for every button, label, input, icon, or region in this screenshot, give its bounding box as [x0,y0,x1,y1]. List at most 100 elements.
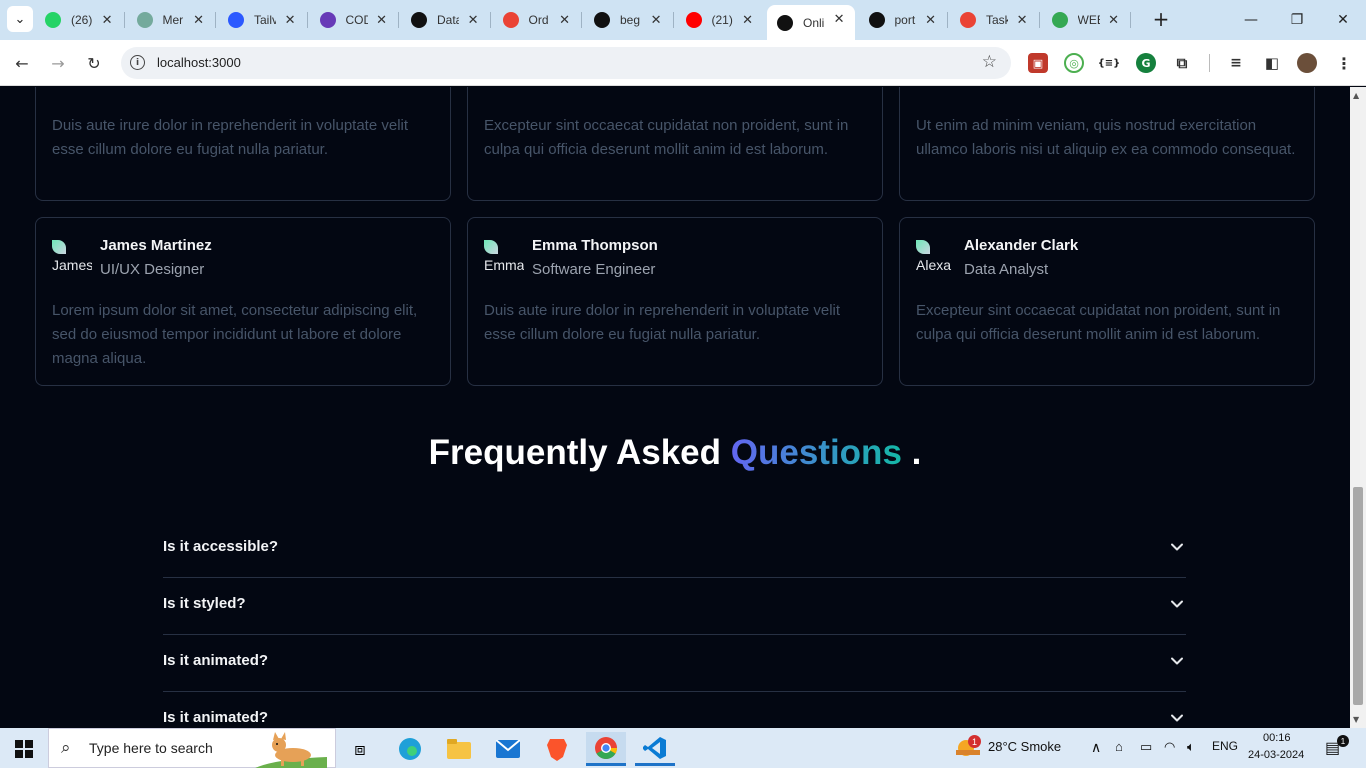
meet-now-icon[interactable]: ⌂ [1115,739,1123,754]
tab-close-icon[interactable]: ✕ [193,12,204,28]
tab-separator [398,12,399,28]
browser-toolbar: ← → ↻ i localhost:3000 ☆ ▣ ◎ {≡} G ⧉ ≡ ◧… [0,40,1366,86]
tab-close-icon[interactable]: ✕ [376,12,387,28]
task-view-icon[interactable]: ⧈ [340,732,380,766]
scrollbar-thumb[interactable] [1353,487,1363,705]
browser-tab[interactable]: Tailv ✕ [218,6,306,34]
input-language[interactable]: ENG [1212,739,1238,753]
browser-menu-icon[interactable]: ⋮ [1334,53,1354,73]
json-viewer-icon[interactable]: {≡} [1098,53,1120,73]
faq-item[interactable]: Is it styled? [163,578,1186,635]
forward-arrow-icon[interactable]: → [45,50,71,76]
browser-tab-strip: ⌄ (26)✕Mer✕Tailv✕COD✕Data✕Ord✕beg✕(21)✕O… [0,0,1366,40]
testimonial-card: Frontend DeveloperExcepteur sint occaeca… [467,87,883,201]
restore-icon[interactable]: ❐ [1274,6,1320,34]
tab-title: (21) [711,13,733,27]
extensions-puzzle-icon[interactable]: ⧉ [1172,53,1192,73]
windows-start-icon[interactable] [4,732,44,766]
faq-question[interactable]: Is it accessible? [163,538,278,555]
bookmark-star-icon[interactable]: ☆ [982,52,997,72]
extension-red-icon[interactable]: ▣ [1028,53,1048,73]
broken-image-icon [916,240,930,254]
tab-close-icon[interactable]: ✕ [468,12,479,28]
browser-tab[interactable]: port ✕ [859,6,947,34]
chevron-down-icon[interactable] [1170,654,1184,668]
brave-browser-icon[interactable] [537,732,577,766]
chevron-down-icon[interactable] [1170,711,1184,725]
clock-time[interactable]: 00:16 [1263,732,1291,744]
tab-search-chevron-icon[interactable]: ⌄ [7,6,33,32]
drive-icon [1051,12,1068,28]
browser-tab[interactable]: Ord ✕ [493,6,581,34]
site-info-icon[interactable]: i [130,55,145,70]
faq-question[interactable]: Is it animated? [163,709,268,726]
browser-tab[interactable]: Onli ✕ [767,5,855,40]
page-scrollbar[interactable]: ▲ ▼ [1350,87,1366,728]
tab-close-icon[interactable]: ✕ [742,12,753,28]
reload-icon[interactable]: ↻ [81,50,107,76]
address-bar[interactable]: i localhost:3000 ☆ [121,47,1011,79]
weather-badge: 1 [968,735,981,748]
triangle-icon [777,14,793,31]
tab-close-icon[interactable]: ✕ [1108,12,1119,28]
file-explorer-icon[interactable] [439,732,479,766]
url-text[interactable]: localhost:3000 [157,55,241,70]
scroll-down-arrow-icon[interactable]: ▼ [1353,715,1359,724]
back-arrow-icon[interactable]: ← [9,50,35,76]
volume-icon[interactable]: 🔈︎ [1187,739,1195,755]
search-placeholder[interactable]: Type here to search [89,740,213,756]
wifi-icon[interactable]: ◠ [1164,739,1175,755]
browser-tab[interactable]: Task ✕ [950,6,1038,34]
testimonial-name: Emma Thompson [532,237,658,254]
edge-browser-icon[interactable] [390,732,430,766]
tab-close-icon[interactable]: ✕ [651,12,662,28]
faq-item[interactable]: Is it accessible? [163,521,1186,578]
browser-tab[interactable]: WEE ✕ [1042,6,1130,34]
side-panel-icon[interactable]: ◧ [1262,53,1282,73]
extension-green-icon[interactable]: ◎ [1064,53,1084,73]
avatar: Alexa [916,240,956,280]
taskbar-search-box[interactable]: ⌕ Type here to search [48,728,336,768]
browser-tab[interactable]: COD ✕ [310,6,398,34]
faq-question[interactable]: Is it styled? [163,595,246,612]
weather-text[interactable]: 28°C Smoke [988,739,1061,754]
vscode-icon[interactable] [635,732,675,766]
youtube-icon [685,12,702,28]
profile-avatar[interactable] [1297,53,1317,73]
notification-badge: 1 [1337,735,1349,747]
tab-close-icon[interactable]: ✕ [1017,12,1028,28]
tab-title: beg [620,13,641,27]
chevron-down-icon[interactable] [1170,597,1184,611]
browser-tab[interactable]: (21) ✕ [676,6,764,34]
chrome-browser-icon[interactable] [586,732,626,766]
tab-title: COD [345,13,368,27]
tab-close-icon[interactable]: ✕ [925,12,936,28]
faq-item[interactable]: Is it animated? [163,635,1186,692]
minimize-icon[interactable]: — [1228,6,1274,34]
tab-title: Tailv [254,13,276,27]
tab-close-icon[interactable]: ✕ [834,11,845,27]
mail-icon[interactable] [488,732,528,766]
chevron-down-icon[interactable] [1170,540,1184,554]
faq-item[interactable]: Is it animated? [163,692,1186,728]
tab-separator [215,12,216,28]
broken-image-icon [52,240,66,254]
browser-tab[interactable]: Data ✕ [401,6,489,34]
battery-icon[interactable]: ▭ [1140,739,1152,755]
close-window-icon[interactable]: ✕ [1320,6,1366,34]
grammarly-icon[interactable]: G [1136,53,1156,73]
tab-separator [1038,12,1040,28]
browser-tab[interactable]: beg ✕ [584,6,672,34]
new-tab-plus-icon[interactable]: + [1148,6,1174,32]
show-hidden-icons-chevron-icon[interactable]: ∧ [1091,739,1101,756]
tab-close-icon[interactable]: ✕ [285,12,296,28]
clock-date[interactable]: 24-03-2024 [1248,749,1304,761]
browser-tab[interactable]: Mer ✕ [127,6,215,34]
media-control-icon[interactable]: ≡ [1226,53,1246,73]
scroll-up-arrow-icon[interactable]: ▲ [1353,91,1359,100]
tab-close-icon[interactable]: ✕ [559,12,570,28]
faq-question[interactable]: Is it animated? [163,652,268,669]
tab-close-icon[interactable]: ✕ [102,12,113,28]
tab-title: port [894,13,916,27]
browser-tab[interactable]: (26) ✕ [35,6,123,34]
